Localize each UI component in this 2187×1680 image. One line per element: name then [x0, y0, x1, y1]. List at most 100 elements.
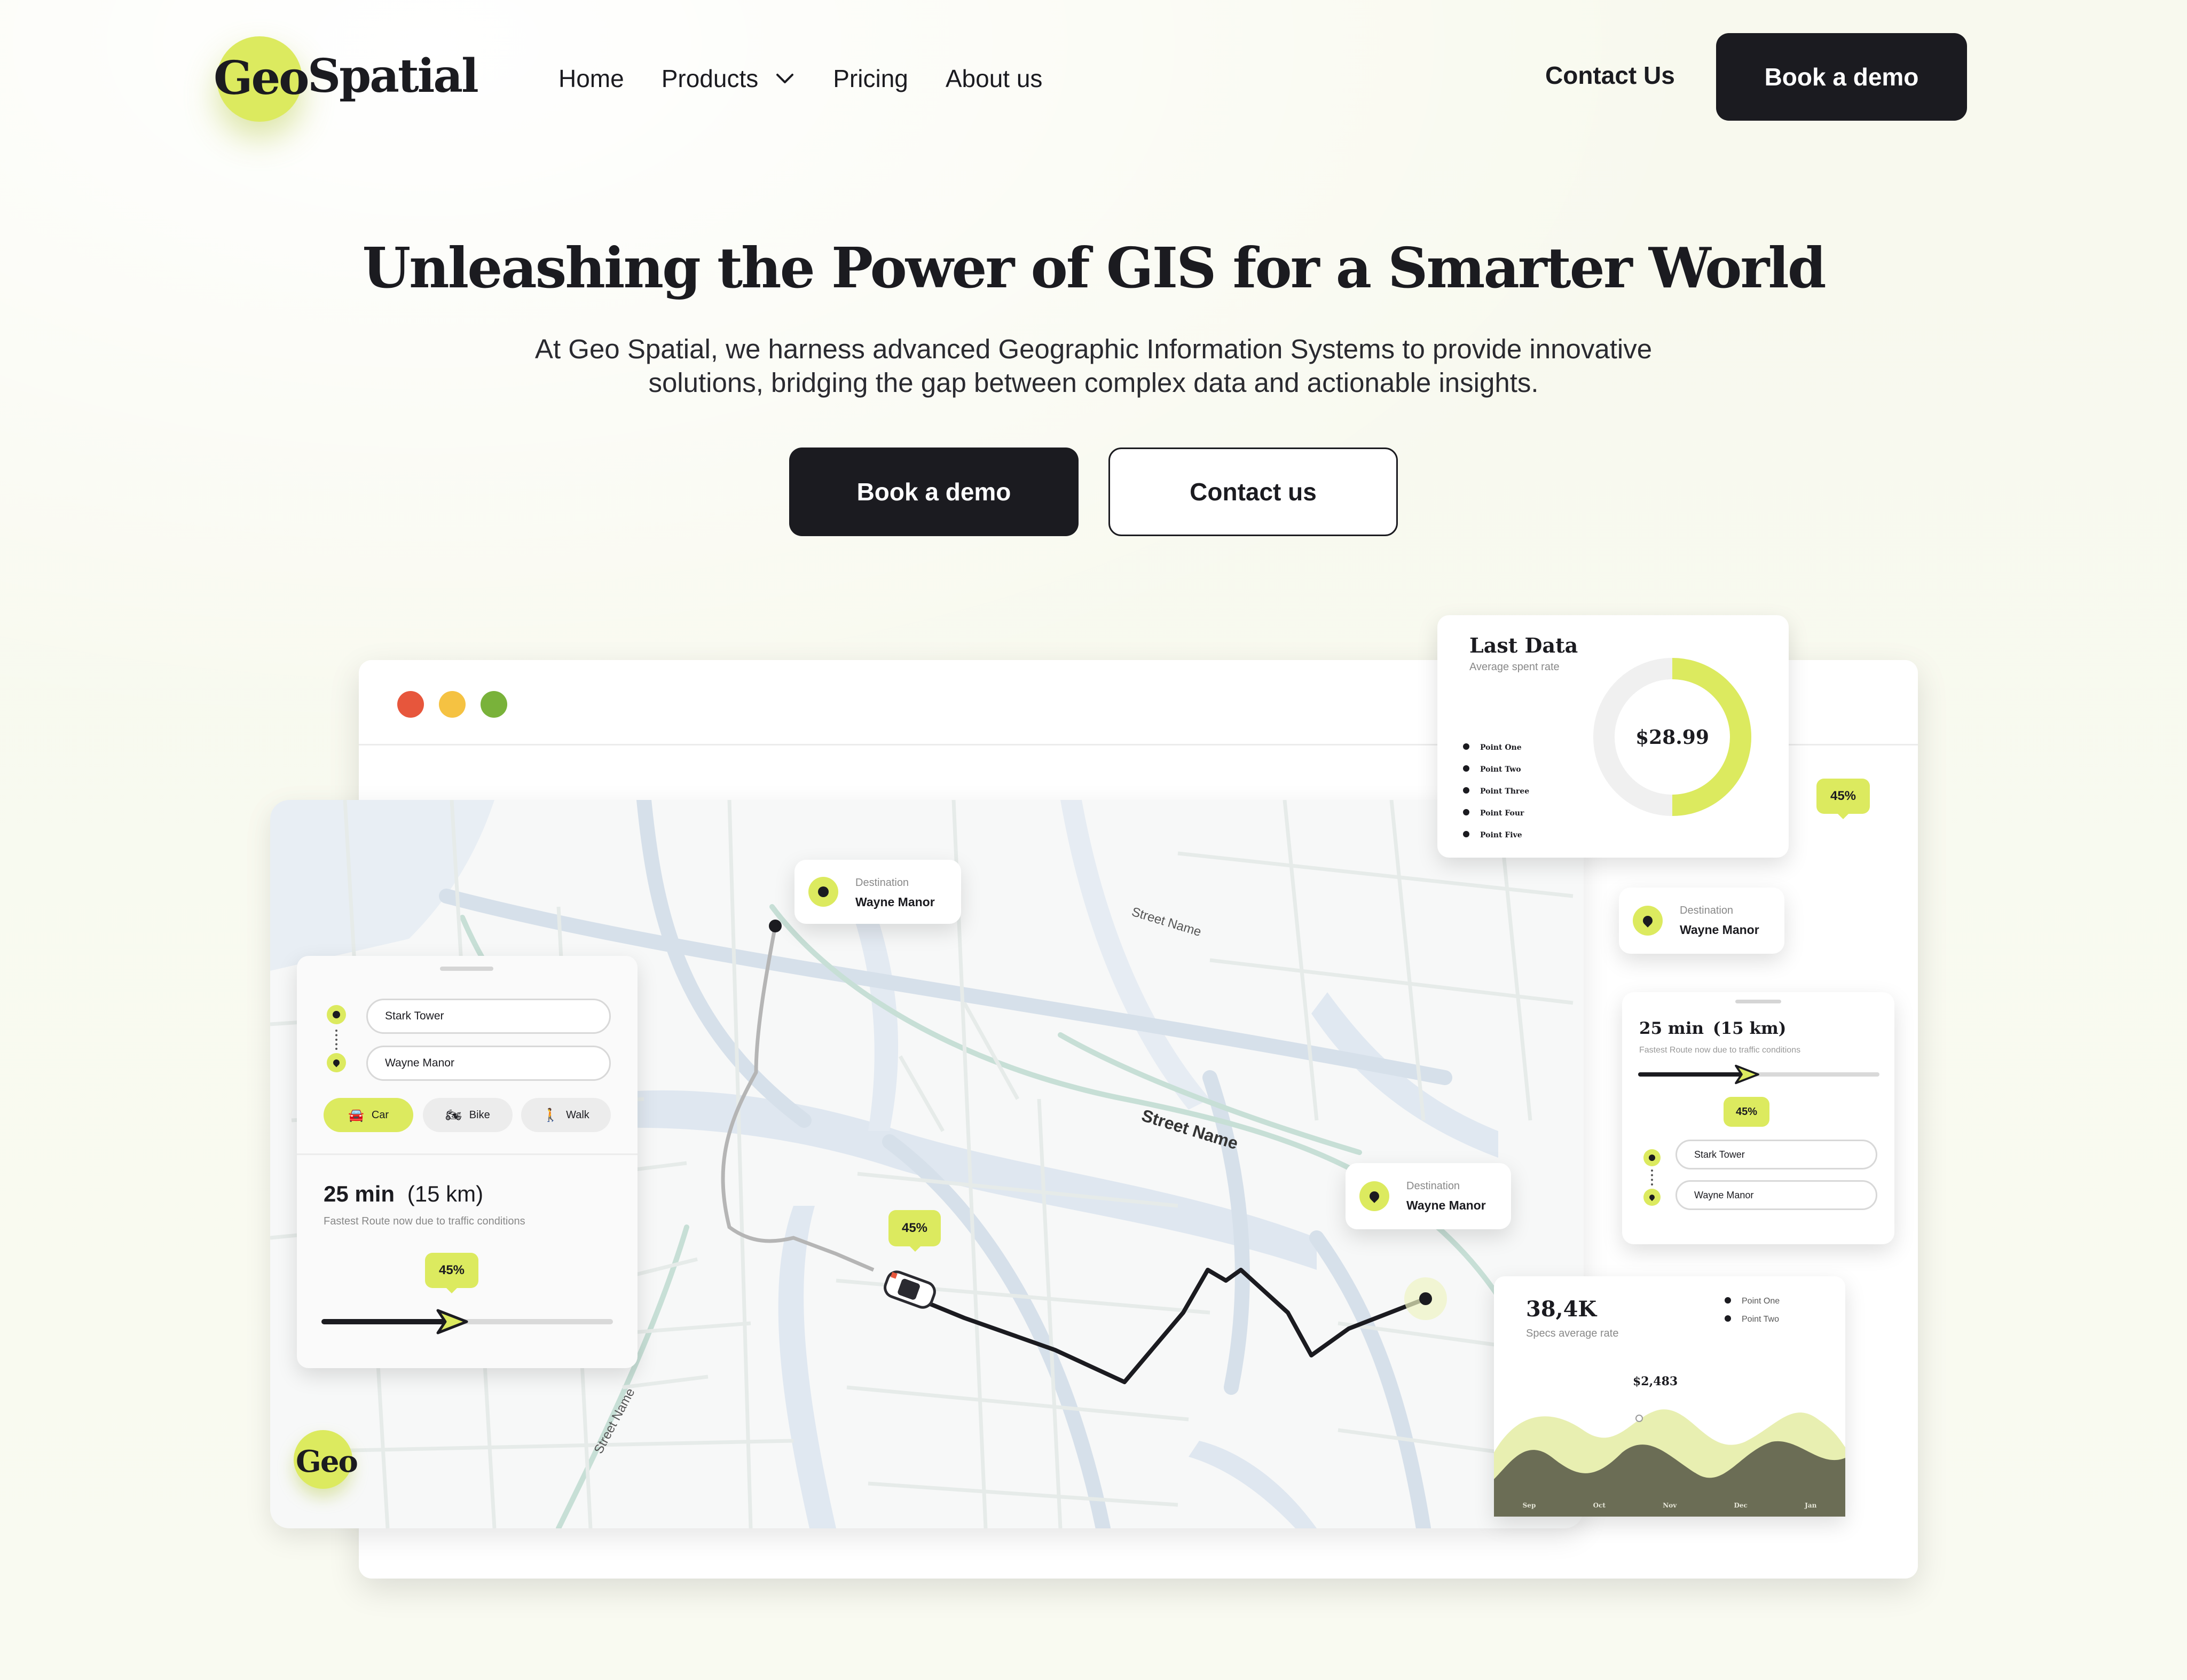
- month-label: Dec: [1734, 1502, 1748, 1509]
- nav-products[interactable]: Products: [662, 64, 796, 93]
- card-drag-handle[interactable]: [1735, 1000, 1781, 1003]
- route-progress-label: 45%: [425, 1253, 478, 1288]
- nav-products-label: Products: [661, 65, 759, 92]
- mode-bike-button[interactable]: 🏍 Bike: [423, 1098, 513, 1132]
- map-logo-text: Geo: [296, 1444, 358, 1479]
- destination-name: Wayne Manor: [1680, 923, 1759, 937]
- route-time-value: 25 min: [324, 1181, 395, 1206]
- navigation-arrow-icon[interactable]: [1734, 1064, 1760, 1085]
- badge-pointer: [909, 1245, 922, 1252]
- side-progress-fill: [1638, 1072, 1747, 1077]
- card-drag-handle[interactable]: [440, 967, 493, 971]
- nav-pricing[interactable]: Pricing: [833, 64, 908, 93]
- map-destination-popup[interactable]: Destination Wayne Manor: [1346, 1163, 1511, 1229]
- nav-home[interactable]: Home: [558, 64, 624, 93]
- route-progress-badge: 45%: [888, 1210, 941, 1246]
- specs-area-chart: [1494, 1409, 1845, 1517]
- hero-title: Unleashing the Power of GIS for a Smarte…: [362, 235, 1826, 301]
- side-origin-input[interactable]: Stark Tower: [1675, 1140, 1877, 1169]
- hero-book-demo-button[interactable]: Book a demo: [789, 448, 1079, 536]
- destination-popup[interactable]: Destination Wayne Manor: [794, 860, 961, 924]
- nav-about[interactable]: About us: [946, 64, 1043, 93]
- destination-name: Wayne Manor: [1406, 1198, 1486, 1212]
- mode-car-label: Car: [371, 1109, 389, 1121]
- legend-item: Point Five: [1463, 825, 1529, 846]
- map-street-label: Street Name: [1130, 905, 1203, 939]
- specs-x-axis: Sep Oct Nov Dec Jan: [1494, 1502, 1845, 1509]
- destination-input[interactable]: Wayne Manor: [366, 1046, 611, 1081]
- specs-legend: Point One Point Two: [1725, 1292, 1780, 1329]
- specs-chart-card: 38,4K Specs average rate Point One Point…: [1494, 1276, 1845, 1517]
- main-nav: Home Products Pricing About us: [558, 60, 1042, 97]
- mode-walk-label: Walk: [566, 1109, 589, 1121]
- navigation-arrow-icon[interactable]: [436, 1308, 469, 1335]
- badge-pointer: [445, 1287, 458, 1293]
- mode-bike-label: Bike: [469, 1109, 490, 1121]
- specs-value: 38,4K: [1526, 1297, 1597, 1322]
- location-pin-icon: [1359, 1181, 1389, 1211]
- legend-item: Point Two: [1725, 1310, 1780, 1329]
- motorbike-icon: 🏍: [445, 1108, 462, 1122]
- route-note: Fastest Route now due to traffic conditi…: [324, 1215, 525, 1227]
- last-data-card: Last Data Average spent rate Point One P…: [1437, 615, 1789, 858]
- destination-name: Wayne Manor: [855, 895, 935, 909]
- side-progress-badge: 45%: [1816, 779, 1870, 814]
- donut-center-value: $28.99: [1635, 726, 1709, 749]
- window-minimize-dot: [439, 691, 466, 718]
- hero-subtitle-line2: solutions, bridging the gap between comp…: [648, 367, 1539, 398]
- logo-word-geo: Geo: [214, 51, 310, 105]
- side-route-time: 25 min (15 km): [1639, 1019, 1787, 1038]
- site-logo[interactable]: Geo Spatial: [214, 36, 491, 127]
- mode-walk-button[interactable]: 🚶 Walk: [521, 1098, 611, 1132]
- mode-car-button[interactable]: 🚘 Car: [324, 1098, 413, 1132]
- window-maximize-dot: [481, 691, 507, 718]
- route-distance: (15 km): [407, 1181, 484, 1206]
- hero-subtitle-line1: At Geo Spatial, we harness advanced Geog…: [534, 334, 1653, 364]
- logo-word-spatial: Spatial: [308, 49, 479, 103]
- last-data-subtitle: Average spent rate: [1469, 661, 1560, 673]
- side-destination-input[interactable]: Wayne Manor: [1675, 1180, 1877, 1210]
- origin-input[interactable]: Stark Tower: [366, 999, 611, 1034]
- chevron-down-icon: [776, 74, 794, 83]
- location-pin-icon: [808, 877, 838, 907]
- month-label: Sep: [1522, 1502, 1536, 1509]
- origin-dot-icon: [1643, 1149, 1661, 1166]
- badge-pointer: [1837, 813, 1850, 819]
- side-route-note: Fastest Route now due to traffic conditi…: [1639, 1046, 1801, 1055]
- route-progress-fill: [321, 1319, 453, 1324]
- destination-pin-icon: [327, 1053, 346, 1072]
- map-logo: Geo: [294, 1430, 358, 1494]
- legend-item: Point Three: [1463, 781, 1529, 803]
- window-close-dot: [397, 691, 424, 718]
- card-divider: [297, 1153, 638, 1155]
- hero-contact-button[interactable]: Contact us: [1108, 448, 1398, 536]
- side-progress-track[interactable]: [1638, 1064, 1879, 1085]
- month-label: Jan: [1805, 1502, 1817, 1509]
- legend-item: Point Two: [1463, 759, 1529, 781]
- destination-label: Destination: [1680, 905, 1734, 916]
- destination-label: Destination: [1406, 1180, 1460, 1192]
- legend-item: Point One: [1725, 1292, 1780, 1310]
- last-data-legend: Point One Point Two Point Three Point Fo…: [1463, 737, 1529, 846]
- car-icon: 🚘: [348, 1108, 364, 1122]
- legend-item: Point One: [1463, 737, 1529, 759]
- destination-label: Destination: [855, 877, 909, 889]
- specs-subtitle: Specs average rate: [1526, 1328, 1619, 1339]
- side-route-progress-label: 45%: [1724, 1097, 1769, 1127]
- side-destination-popup[interactable]: Destination Wayne Manor: [1619, 888, 1784, 954]
- hero-subtitle: At Geo Spatial, we harness advanced Geog…: [453, 332, 1734, 399]
- location-pin-icon: [1633, 906, 1663, 936]
- destination-pin-icon: [1643, 1189, 1661, 1206]
- origin-dot-icon: [327, 1005, 346, 1024]
- route-planner-card: Stark Tower Wayne Manor 🚘 Car 🏍 Bike 🚶 Walk…: [297, 956, 638, 1368]
- month-label: Nov: [1663, 1502, 1677, 1509]
- route-connector: [1651, 1169, 1653, 1186]
- last-data-title: Last Data: [1469, 633, 1578, 657]
- route-progress-track[interactable]: [321, 1309, 613, 1334]
- legend-item: Point Four: [1463, 803, 1529, 825]
- side-route-card: 25 min (15 km) Fastest Route now due to …: [1622, 992, 1894, 1244]
- route-time: 25 min (15 km): [324, 1181, 483, 1207]
- book-demo-button[interactable]: Book a demo: [1716, 33, 1967, 121]
- route-connector: [335, 1030, 337, 1050]
- contact-us-link[interactable]: Contact Us: [1545, 61, 1675, 90]
